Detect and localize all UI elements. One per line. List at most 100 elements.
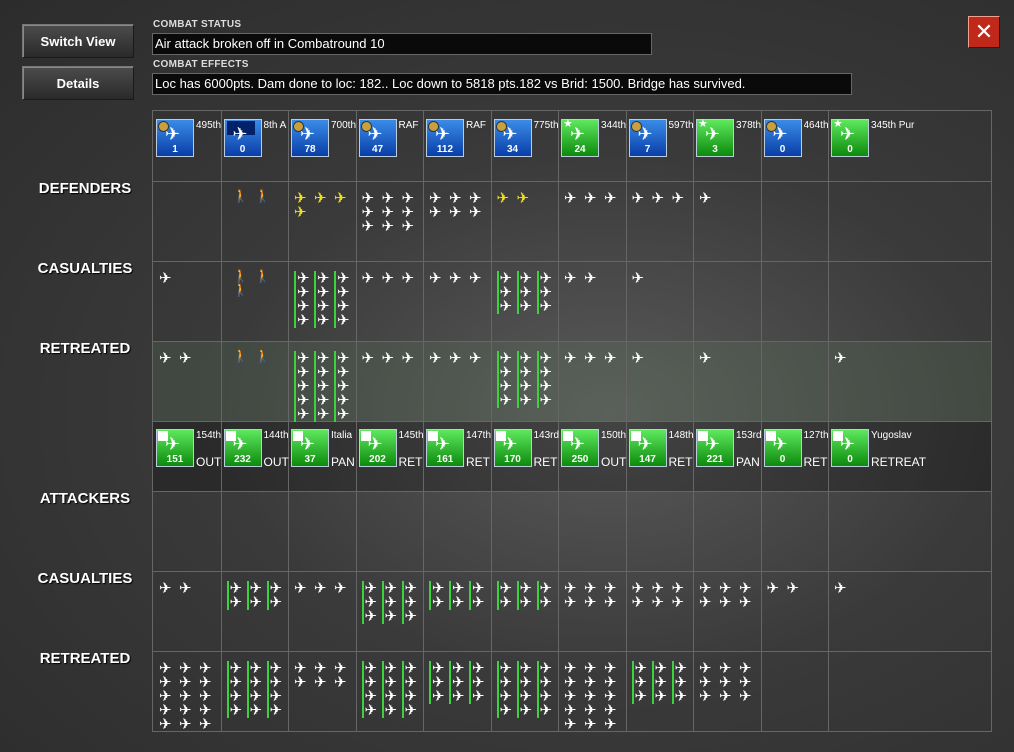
plane-icon: ✈ [294,407,310,422]
unit-counter[interactable]: ✈ 0 [763,119,802,157]
plane-icon: ✈ [429,269,442,287]
unit-counter[interactable]: ✈ 37 [291,429,329,467]
plane-icon: ✈ [516,595,532,610]
plane-icon: ✈ [381,703,397,718]
plane-icon: ✈ [199,715,212,733]
unit-name: 143rd [533,430,560,441]
plane-icon: ✈ [429,689,445,704]
plane-icon: ✈ [449,595,465,610]
unit-counter[interactable]: ✈ 250 [561,429,599,467]
switch-view-button[interactable]: Switch View [22,24,134,58]
plane-icon: ✈ [449,689,465,704]
unit-counter[interactable]: ★ ✈ 24 [561,117,599,157]
unit-counter[interactable]: ✈ 0 [223,119,262,157]
unit-count: 0 [847,144,853,155]
unit-status: PAN [736,455,760,469]
unit-name: 8th A [263,120,287,131]
unit-counter[interactable]: ✈ 0 [763,429,802,467]
plane-icon: ✈ [564,269,577,287]
plane-icon: ✈ [564,189,577,207]
plane-icon: ✈ [564,349,577,367]
unit-count: 202 [369,454,386,465]
plane-icon: ✈ [226,595,242,610]
plane-icon: ✈ [834,579,847,597]
grid-row-divider [153,181,991,182]
unit-counter[interactable]: ✈ 1 [156,119,194,157]
plane-icon: ✈ [699,687,712,705]
unit-counter[interactable]: ✈ 147 [628,429,667,467]
plane-icon: ✈ [179,715,192,733]
plane-icon: ✈ [179,579,192,597]
unit-counter[interactable]: ★ ✈ 3 [696,117,734,157]
plane-icon: ✈ [631,689,647,704]
plane-icon: ✈ [516,393,532,408]
plane-icon: ✈ [314,407,330,422]
plane-icon: ✈ [739,593,752,611]
unit-name: 150th [601,430,627,441]
plane-icon: ✈ [496,189,510,207]
unit-counter[interactable]: ✈ 170 [493,429,532,467]
plane-icon: ✈ [469,689,485,704]
plane-icon: ✈ [699,349,712,367]
unit-counter[interactable]: ✈ 112 [426,119,464,157]
plane-icon: ✈ [496,299,512,314]
plane-icon: ✈ [334,407,350,422]
details-button[interactable]: Details [22,66,134,100]
plane-icon: ✈ [502,124,518,145]
unit-name: 147th [466,430,492,441]
unit-counter[interactable]: ✈ 0 [831,429,869,467]
infantry-icon: 🚶 [232,269,249,284]
plane-icon: ✈ [381,609,397,624]
plane-icon: ✈ [604,189,617,207]
plane-icon: ✈ [739,687,752,705]
close-button[interactable]: ✕ [968,16,1000,48]
plane-icon: ✈ [300,124,316,145]
unit-count: 112 [436,144,454,155]
plane-icon: ✈ [294,673,307,691]
unit-count: 0 [239,144,246,155]
unit-name: RAF [398,120,419,131]
unit-count: 1 [172,144,178,155]
plane-icon: ✈ [671,593,685,611]
unit-count: 232 [234,454,251,465]
plane-icon: ✈ [266,595,282,610]
unit-counter[interactable]: ★ ✈ 0 [831,117,869,157]
plane-icon: ✈ [502,434,518,455]
plane-icon: ✈ [232,434,248,455]
unit-counter[interactable]: ✈ 7 [628,119,667,157]
unit-name: 144th [263,430,289,441]
unit-count: 78 [304,144,316,155]
plane-icon: ✈ [266,703,282,718]
plane-icon: ✈ [381,217,395,235]
plane-icon: ✈ [469,269,482,287]
plane-icon: ✈ [536,393,552,408]
plane-icon: ✈ [314,673,327,691]
unit-counter[interactable]: ✈ 47 [358,119,397,157]
unit-counter[interactable]: ✈ 202 [358,429,397,467]
unit-count: 0 [847,454,853,465]
combat-status-text: Air attack broken off in Combatround 10 [152,33,652,55]
plane-icon: ✈ [334,673,347,691]
plane-icon: ✈ [719,687,732,705]
unit-count: 221 [706,454,724,465]
unit-count: 0 [779,454,786,465]
row-label-defenders: DEFENDERS [38,180,132,197]
unit-counter[interactable]: ✈ 151 [156,429,194,467]
plane-icon: ✈ [314,579,327,597]
plane-icon: ✈ [564,715,577,733]
plane-icon: ✈ [449,349,462,367]
combat-status-label: COMBAT STATUS [153,19,242,30]
unit-counter[interactable]: ✈ 78 [291,119,329,157]
unit-name: Italia [331,430,353,441]
plane-icon: ✈ [834,349,847,367]
unit-counter[interactable]: ✈ 34 [493,119,532,157]
plane-icon: ✈ [516,189,530,207]
plane-icon: ✈ [294,579,307,597]
plane-icon: ✈ [429,203,442,221]
unit-counter[interactable]: ✈ 161 [426,429,464,467]
unit-counter[interactable]: ✈ 221 [696,429,734,467]
plane-icon: ✈ [564,593,577,611]
unit-name: 154th [196,430,222,441]
row-label-defender-retreated: RETREATED [39,340,131,357]
unit-counter[interactable]: ✈ 232 [223,429,262,467]
